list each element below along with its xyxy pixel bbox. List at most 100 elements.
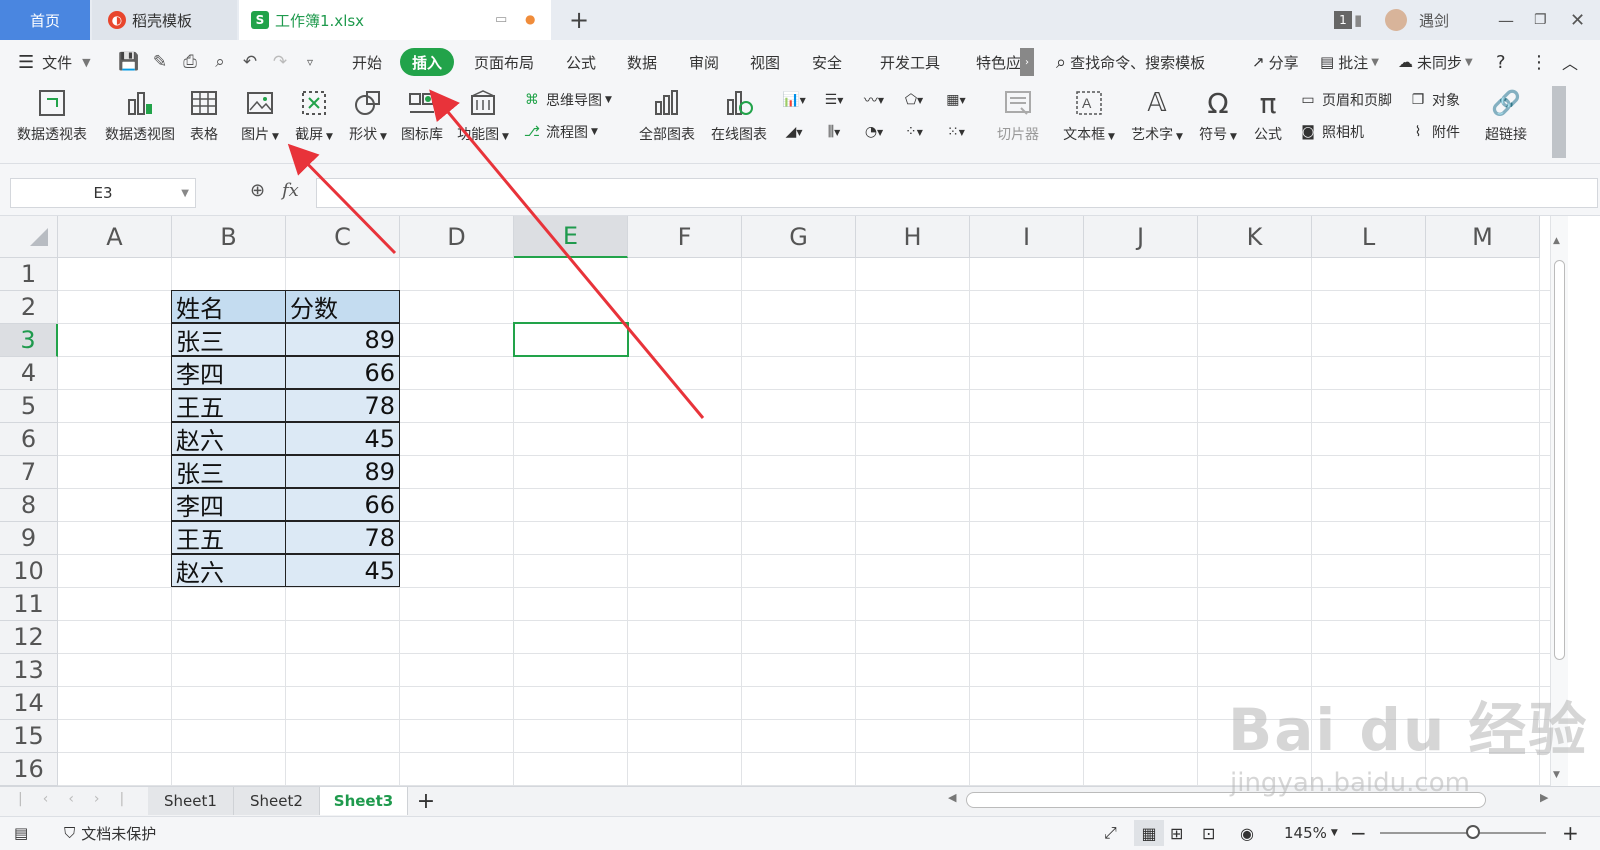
tab-insert[interactable]: 插入 [400, 48, 455, 76]
row-header-5[interactable]: 5 [0, 390, 58, 423]
combo-chart-icon[interactable]: ▦ ▼ [938, 88, 974, 112]
sheet-tab-2[interactable]: Sheet2 [234, 787, 320, 815]
ribbon-scroll[interactable] [1552, 86, 1566, 158]
picture-button[interactable]: 图片 ▼ [238, 86, 282, 144]
close-button[interactable]: ✕ [1570, 0, 1585, 40]
row-header-1[interactable]: 1 [0, 258, 58, 291]
mindmap-button[interactable]: ⌘ 思维导图 ▼ [522, 88, 612, 112]
row-header-4[interactable]: 4 [0, 357, 58, 390]
table-cell-name[interactable]: 张三 [171, 323, 286, 356]
row-header-6[interactable]: 6 [0, 423, 58, 456]
tab-view[interactable]: 视图 [750, 48, 780, 76]
tab-home[interactable]: 首页 [0, 0, 90, 40]
table-cell-score[interactable]: 45 [285, 554, 400, 587]
eye-protection-icon[interactable]: ◉ [1240, 822, 1254, 844]
row-header-8[interactable]: 8 [0, 489, 58, 522]
tab-review[interactable]: 审阅 [689, 48, 719, 76]
zoom-level[interactable]: 145% ▼ [1284, 822, 1338, 844]
column-header-d[interactable]: D [400, 216, 514, 258]
table-cell-name[interactable]: 李四 [171, 356, 286, 389]
command-search[interactable]: ⌕ 查找命令、搜索模板 [1056, 48, 1205, 76]
textbox-button[interactable]: A 文本框 ▼ [1060, 86, 1118, 144]
zoom-out-button[interactable]: − [1350, 821, 1367, 845]
protection-status[interactable]: ⛉ 文档未保护 [64, 822, 156, 844]
scroll-right-icon[interactable]: ▶ [1540, 791, 1548, 804]
column-header-k[interactable]: K [1198, 216, 1312, 258]
monitor-icon[interactable]: ▭ [495, 12, 507, 27]
print-icon[interactable]: ⎙ [178, 50, 202, 74]
scroll-left-icon[interactable]: ◀ [948, 791, 956, 804]
radar-chart-icon[interactable]: ⬠ ▼ [896, 88, 932, 112]
help-icon[interactable]: ? [1496, 48, 1506, 76]
tab-formulas[interactable]: 公式 [566, 48, 596, 76]
tab-workbook[interactable]: S 工作簿1.xlsx ▭ ● [239, 0, 551, 40]
stock-chart-icon[interactable]: ⫼ ▼ [816, 120, 852, 144]
shape-button[interactable]: 形状 ▼ [346, 86, 390, 144]
slicer-button[interactable]: 切片器 [992, 86, 1044, 144]
undo-icon[interactable]: ↶ [238, 50, 262, 74]
wordart-button[interactable]: 𝔸 艺术字 ▼ [1128, 86, 1186, 144]
table-cell-name[interactable]: 李四 [171, 488, 286, 521]
table-cell-score[interactable]: 45 [285, 422, 400, 455]
row-header-15[interactable]: 15 [0, 720, 58, 753]
column-header-j[interactable]: J [1084, 216, 1198, 258]
row-header-16[interactable]: 16 [0, 753, 58, 786]
symbol-button[interactable]: Ω 符号 ▼ [1196, 86, 1240, 144]
table-button[interactable]: 表格 [184, 86, 224, 144]
print-preview-icon[interactable]: ⌕ [208, 50, 232, 74]
bar-horizontal-chart-icon[interactable]: ☰ ▼ [816, 88, 852, 112]
macro-icon[interactable]: ▤ [14, 822, 28, 844]
column-chart-icon[interactable]: 📊 ▼ [776, 88, 812, 112]
sheet-tab-1[interactable]: Sheet1 [148, 787, 234, 815]
pivot-table-button[interactable]: 数据透视表 [14, 86, 90, 144]
table-cell-name[interactable]: 赵六 [171, 422, 286, 455]
zoom-formula-icon[interactable]: ⊕ [250, 180, 265, 201]
row-header-7[interactable]: 7 [0, 456, 58, 489]
pie-chart-icon[interactable]: ◔ ▼ [856, 120, 892, 144]
tab-data[interactable]: 数据 [627, 48, 657, 76]
scroll-up-icon[interactable]: ▲ [1553, 236, 1560, 246]
row-header-3[interactable]: 3 [0, 324, 58, 357]
add-sheet-button[interactable]: + [410, 787, 442, 815]
restore-button[interactable]: ❐ [1534, 0, 1547, 40]
zoom-slider-thumb[interactable] [1466, 825, 1480, 839]
row-header-9[interactable]: 9 [0, 522, 58, 555]
table-cell-score[interactable]: 78 [285, 389, 400, 422]
more-icon[interactable]: ⋮ [1530, 48, 1548, 76]
active-cell-e3[interactable] [513, 322, 629, 357]
tab-page-layout[interactable]: 页面布局 [474, 48, 534, 76]
column-header-i[interactable]: I [970, 216, 1084, 258]
minimize-button[interactable]: — [1498, 0, 1514, 40]
table-header-name[interactable]: 姓名 [171, 290, 286, 323]
column-header-m[interactable]: M [1426, 216, 1540, 258]
format-painter-icon[interactable]: ✎ [148, 50, 172, 74]
table-cell-name[interactable]: 赵六 [171, 554, 286, 587]
menu-scroll-right-icon[interactable]: › [1020, 48, 1034, 76]
row-header-10[interactable]: 10 [0, 555, 58, 588]
row-header-13[interactable]: 13 [0, 654, 58, 687]
column-header-l[interactable]: L [1312, 216, 1426, 258]
collapse-ribbon-icon[interactable]: ︿ [1562, 48, 1578, 76]
select-all-corner[interactable] [0, 216, 58, 258]
tab-special[interactable]: 特色应 [976, 48, 1020, 76]
object-button[interactable]: ❐ 对象 [1408, 88, 1460, 112]
user-profile[interactable]: 遇剑 [1385, 0, 1449, 40]
page-break-view-icon[interactable]: ⊞ [1170, 822, 1183, 844]
formula-button[interactable]: π 公式 [1248, 86, 1288, 144]
camera-button[interactable]: ◙ 照相机 [1298, 120, 1364, 144]
comment-button[interactable]: ▤ 批注 ▼ [1320, 48, 1379, 76]
row-header-11[interactable]: 11 [0, 588, 58, 621]
function-chart-button[interactable]: 功能图 ▼ [454, 86, 512, 144]
online-chart-button[interactable]: 在线图表 [708, 86, 770, 144]
file-menu[interactable]: ☰ 文件 ▼ [18, 48, 91, 76]
redo-icon[interactable]: ↷ [268, 50, 292, 74]
attachment-button[interactable]: ⌇ 附件 [1408, 120, 1460, 144]
scatter-chart-icon[interactable]: ⁘ ▼ [896, 120, 932, 144]
row-header-14[interactable]: 14 [0, 687, 58, 720]
tab-developer[interactable]: 开发工具 [880, 48, 940, 76]
area-chart-icon[interactable]: ◢ ▼ [776, 120, 812, 144]
column-header-c[interactable]: C [286, 216, 400, 258]
table-cell-score[interactable]: 78 [285, 521, 400, 554]
save-icon[interactable]: 💾 [117, 50, 141, 74]
customize-toolbar-icon[interactable]: ▿ [298, 50, 322, 74]
